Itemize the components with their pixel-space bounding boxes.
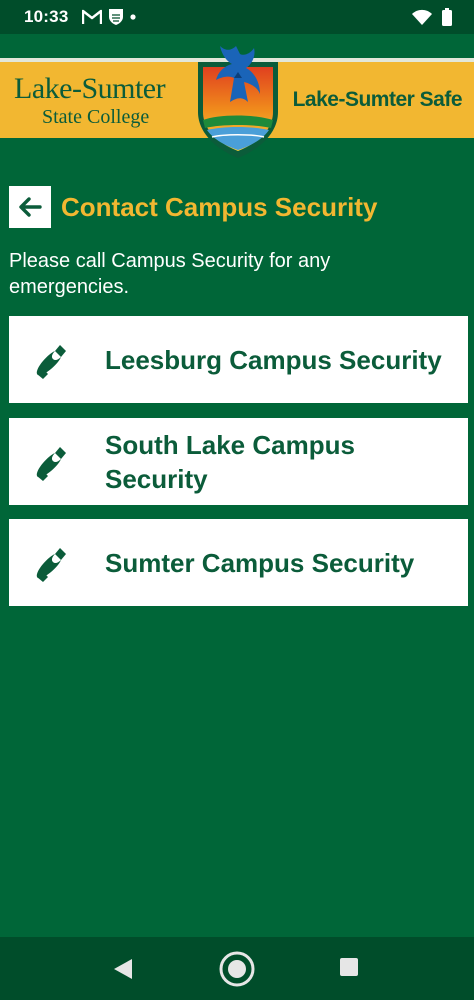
status-icons-left (82, 8, 136, 26)
gmail-icon (82, 9, 102, 24)
college-name-line2: State College (42, 106, 150, 128)
contact-card-south-lake[interactable]: South Lake Campus Security (9, 418, 468, 505)
eagle-crest-logo (198, 46, 278, 158)
back-button[interactable] (9, 186, 51, 228)
notification-dot-icon (130, 14, 136, 20)
wifi-icon (412, 9, 432, 25)
shield-app-icon (109, 9, 123, 25)
system-nav-bar (0, 937, 474, 1000)
contact-label: Sumter Campus Security (105, 547, 415, 578)
contact-card-sumter[interactable]: Sumter Campus Security (9, 519, 468, 606)
nav-back-icon[interactable] (112, 957, 134, 981)
contact-label: South Lake Campus Security (105, 429, 355, 494)
status-time: 10:33 (24, 7, 69, 26)
phone-icon (36, 446, 66, 481)
status-bar: 10:33 (0, 0, 474, 34)
app-name: Lake-Sumter Safe (292, 88, 463, 111)
phone-icon (36, 547, 66, 582)
contact-label: Leesburg Campus Security (105, 344, 442, 375)
status-icons-right (412, 8, 452, 26)
nav-home-icon[interactable] (218, 950, 256, 988)
intro-text: Please call Campus Security for any emer… (9, 250, 331, 298)
page-title: Contact Campus Security (61, 192, 378, 222)
college-name-line1: Lake-Sumter (14, 72, 166, 105)
contact-card-leesburg[interactable]: Leesburg Campus Security (9, 316, 468, 403)
battery-icon (442, 8, 452, 26)
nav-recents-icon[interactable] (340, 958, 358, 976)
arrow-left-icon (19, 197, 42, 217)
phone-icon (36, 344, 66, 379)
